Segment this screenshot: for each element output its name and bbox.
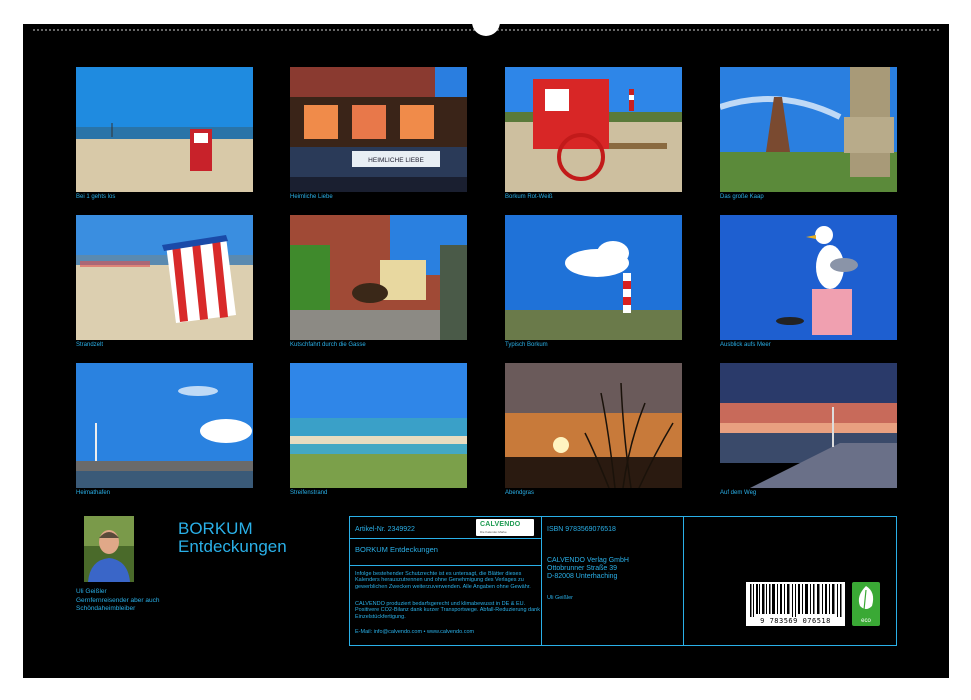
publisher-city: D-82008 Unterhaching	[547, 573, 618, 580]
author-portrait	[84, 516, 134, 582]
calvendo-logo: CALVENDO Die Kalender-Marke	[476, 519, 534, 536]
photo-caption: Strandzelt	[76, 342, 104, 348]
photo-seagull	[720, 215, 897, 340]
photo-grosse-kaap	[720, 67, 897, 192]
photo-caption: Bei 1 gehts los	[76, 194, 116, 200]
legal-notice: Infolge bestehender Schutzrechte ist es …	[355, 571, 531, 590]
eco-notice: CALVENDO produziert bedarfsgerecht und k…	[355, 601, 540, 620]
product-title: BORKUM Entdeckungen	[355, 545, 438, 554]
info-divider	[349, 538, 541, 539]
photo-caption: Das große Kaap	[720, 194, 764, 200]
isbn: ISBN 9783569076518	[547, 526, 616, 533]
photo-beach-tent	[76, 215, 253, 340]
publisher-name: CALVENDO Verlag GmbH	[547, 557, 629, 564]
sign-text: HEIMLICHE LIEBE	[368, 157, 424, 164]
info-divider	[541, 516, 542, 646]
barcode-number: 9 783569 076518	[746, 617, 845, 625]
eco-badge: eco	[852, 582, 880, 626]
leaf-icon	[858, 586, 874, 611]
eco-label: eco	[861, 618, 871, 624]
title-line-1: BORKUM	[178, 519, 253, 538]
photo-caption: Streifenstrand	[290, 490, 328, 496]
photo-beach-chair	[76, 67, 253, 192]
calendar-title: BORKUM Entdeckungen	[178, 520, 287, 556]
photo-caption: Borkum Rot-Weiß	[505, 194, 553, 200]
calvendo-logo-subtext: Die Kalender-Marke	[480, 530, 507, 534]
article-number: Artikel-Nr. 2349922	[355, 526, 415, 533]
photo-striped-beach	[290, 363, 467, 488]
photo-harbour	[76, 363, 253, 488]
photo-red-white-cart	[505, 67, 682, 192]
author-description: Gernfernreisender aber auch Schöndaheimb…	[76, 597, 160, 612]
info-divider	[683, 516, 684, 646]
photo-caption: Abendgras	[505, 490, 535, 496]
calvendo-logo-text: CALVENDO	[480, 521, 521, 528]
publisher-street: Ottobrunner Straße 39	[547, 565, 618, 572]
info-divider	[349, 565, 541, 566]
photo-caption: Auf dem Weg	[720, 490, 757, 496]
author-name: Uli Geißler	[76, 588, 107, 595]
photo-caption: Heimathafen	[76, 490, 111, 496]
photo-caption: Ausblick aufs Meer	[720, 342, 771, 348]
photo-caption: Typisch Borkum	[505, 342, 548, 348]
photo-heimliche-liebe: HEIMLICHE LIEBE	[290, 67, 467, 192]
photo-caption: Kutschfahrt durch die Gasse	[290, 342, 366, 348]
photo-carriage	[290, 215, 467, 340]
contact-info: E-Mail: info@calvendo.com • www.calvendo…	[355, 629, 475, 635]
photo-evening-grass	[505, 363, 682, 488]
photo-caption: Heimliche Liebe	[290, 194, 333, 200]
photo-on-the-way	[720, 363, 897, 488]
author-credit: Uli Geißler	[547, 595, 573, 601]
photo-lighthouse	[505, 215, 682, 340]
title-line-2: Entdeckungen	[178, 537, 287, 556]
